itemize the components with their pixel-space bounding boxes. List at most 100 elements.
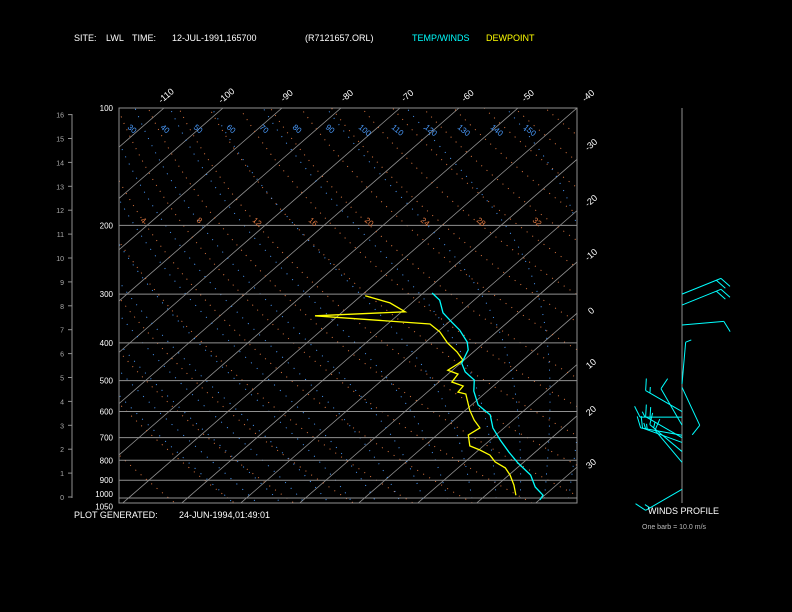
wind-barb [723,321,731,332]
wind-barb [635,503,646,511]
height-tick-label: 6 [60,352,64,359]
height-tick-label: 5 [60,376,64,383]
theta-label: 140 [489,123,505,139]
moist-adiabat [211,108,473,503]
isotherm [240,210,577,503]
height-tick-label: 10 [56,256,64,263]
dry-adiabat [331,108,577,323]
mixing-ratio-label: 8 [195,216,205,226]
wind-barb [660,378,669,389]
wind-barb-staff [681,387,701,426]
theta-label: 80 [291,123,304,136]
height-tick-label: 3 [60,423,64,430]
moist-adiabat [119,280,330,503]
time-value: 12-JUL-1991,165700 [172,33,257,43]
isotherm [476,415,577,503]
wind-barb-staff [681,342,687,385]
mixing-ratio-label: 16 [307,216,320,229]
height-tick-label: 16 [56,113,64,120]
moist-adiabat [119,198,378,503]
winds-title: WINDS PROFILE [648,506,719,516]
isotherm [119,108,519,456]
dry-adiabat [119,350,295,503]
time-label: TIME: [132,33,156,43]
isotherm [119,108,283,251]
wind-barb [634,406,641,418]
moist-adiabat [406,108,551,503]
dry-adiabat [422,108,577,242]
height-tick-label: 0 [60,495,64,502]
legend-dewpoint: DEWPOINT [486,33,535,43]
height-tick-label: 15 [56,137,64,144]
top-temp-label: -40 [580,88,596,104]
height-tick-label: 11 [57,232,64,239]
pressure-tick-label: 500 [100,377,114,386]
height-tick-label: 8 [60,304,64,311]
wind-barb [636,416,642,429]
mixing-ratio-label: 20 [363,216,376,229]
file-name: (R7121657.ORL) [305,33,374,43]
theta-label: 130 [456,123,472,139]
theta-label: 90 [324,123,337,136]
dry-adiabat [119,110,533,503]
isotherm [119,108,460,405]
wind-barb [645,404,647,417]
height-tick-label: 14 [56,160,64,167]
height-tick-label: 7 [60,328,64,335]
wind-barb [645,378,647,391]
top-temp-label: -110 [156,86,176,105]
dry-adiabat [119,402,236,503]
wind-barb [641,411,646,418]
height-tick-label: 12 [56,208,64,215]
barb-note: One barb = 10.0 m/s [642,524,707,531]
isotherm [0,108,46,506]
theta-label: 70 [258,123,271,136]
isotherm [535,466,577,503]
right-temp-label: 10 [584,357,598,371]
pressure-tick-label: 300 [100,290,114,299]
isotherm [122,108,577,503]
mixing-ratio-label: 4 [139,216,149,226]
top-temp-label: -100 [216,86,236,105]
theta-label: 100 [357,123,373,139]
legend-temp: TEMP/WINDS [412,33,470,43]
mixing-ratio-label: 24 [419,216,432,229]
right-temp-label: 20 [584,404,598,418]
moist-adiabat [119,394,235,503]
mixing-ratio-label: 28 [475,216,488,229]
dry-adiabat [119,296,355,503]
isotherm [299,261,577,503]
axis-labels: 1002003004005006007008009001000105001234… [56,86,599,511]
dry-adiabat [514,108,577,162]
theta-label: 60 [225,123,238,136]
isotherm [119,108,224,199]
wind-barb-staff [681,320,724,326]
site-value: LWL [106,33,124,43]
dry-adiabat [208,108,577,437]
pressure-tick-label: 700 [100,434,114,443]
isotherm [0,108,105,506]
isotherm [358,312,577,503]
moist-adiabat [119,243,354,503]
height-tick-label: 9 [60,280,64,287]
skew-t-chart: 1002003004005006007008009001000105001234… [0,33,792,531]
height-tick-label: 2 [60,447,64,454]
wind-barb [646,423,648,430]
isobars [119,224,577,499]
moist-adiabat [119,342,282,503]
moist-adiabat [119,141,402,503]
wind-barb [643,422,647,429]
mixing-ratio-label: 12 [251,216,264,229]
theta-label: 120 [423,123,439,139]
pressure-tick-label: 900 [100,476,114,485]
pressure-tick-label: 400 [100,339,114,348]
isotherm [119,108,165,148]
right-temp-label: -10 [583,247,599,263]
isotherm [591,108,792,506]
theta-label: 40 [159,123,172,136]
dry-adiabat [147,108,577,497]
site-label: SITE: [74,33,97,43]
dewpoint-line [314,295,517,496]
moist-adiabat [591,108,636,506]
height-tick-label: 13 [56,184,64,191]
